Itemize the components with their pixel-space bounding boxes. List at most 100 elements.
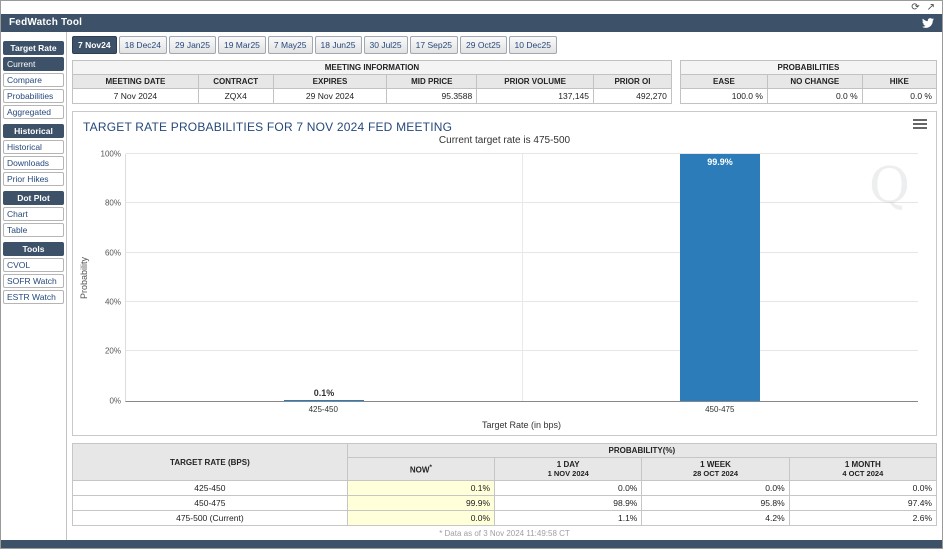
data-asof-note: * Data as of 3 Nov 2024 11:49:58 CT [72, 529, 937, 538]
sidebar-section-historical: Historical [3, 124, 64, 138]
value-expires: 29 Nov 2024 [273, 88, 387, 103]
probabilities-table: PROBABILITIESEASENO CHANGEHIKE100.0 %0.0… [680, 60, 937, 104]
value-cell: 0.0% [642, 481, 789, 496]
tab-30-jul25[interactable]: 30 Jul25 [364, 36, 408, 54]
y-tick-label: 0% [109, 396, 121, 405]
bar-450-475[interactable] [680, 154, 760, 401]
fedwatch-app: ⟳ ↗ FedWatch Tool Target Rate Current Comp… [0, 0, 943, 549]
col-header-now: NOW* [347, 458, 494, 481]
bar-label-450-475: 99.9% [707, 157, 733, 167]
chart-panel: TARGET RATE PROBABILITIES FOR 7 NOV 2024… [72, 111, 937, 436]
rate-cell: 475-500 (Current) [73, 511, 348, 526]
y-tick-label: 80% [105, 199, 121, 208]
value-cell: 98.9% [495, 496, 642, 511]
tab-7-nov24[interactable]: 7 Nov24 [72, 36, 117, 54]
col-header-prior-volume: PRIOR VOLUME [477, 74, 594, 88]
y-tick-label: 100% [101, 149, 121, 158]
tab-29-jan25[interactable]: 29 Jan25 [169, 36, 216, 54]
share-icon[interactable]: ↗ [927, 2, 935, 13]
sidebar-item-estr-watch[interactable]: ESTR Watch [3, 290, 64, 304]
app-header: FedWatch Tool [1, 14, 942, 32]
sidebar-item-compare[interactable]: Compare [3, 73, 64, 87]
sidebar: Target Rate Current Compare Probabilities Ag… [1, 32, 67, 540]
table-row-425-450: 425-4500.1%0.0%0.0%0.0% [73, 481, 937, 496]
chart-title: TARGET RATE PROBABILITIES FOR 7 NOV 2024… [73, 112, 936, 134]
chart-context-menu-icon[interactable] [913, 119, 927, 131]
col-header-prior-oi: PRIOR OI [594, 74, 672, 88]
bar-425-450[interactable] [284, 400, 364, 401]
sidebar-item-downloads[interactable]: Downloads [3, 156, 64, 170]
tab-7-may25[interactable]: 7 May25 [268, 36, 313, 54]
y-tick-label: 40% [105, 298, 121, 307]
tab-18-jun25[interactable]: 18 Jun25 [315, 36, 362, 54]
probability-group-header: PROBABILITY(%) [347, 444, 936, 458]
now-value: 0.1% [347, 481, 494, 496]
main-panel: 7 Nov2418 Dec2429 Jan2519 Mar257 May2518… [67, 32, 942, 540]
top-strip: ⟳ ↗ [1, 1, 942, 14]
chart-body: Probability 0%20%40%60%80%100%0.1%99.9% … [125, 154, 918, 402]
col-header-no-change: NO CHANGE [767, 74, 862, 88]
refresh-icon[interactable]: ⟳ [911, 2, 919, 13]
table-row-475-500-current: 475-500 (Current)0.0%1.1%4.2%2.6% [73, 511, 937, 526]
x-tick-425-450: 425-450 [309, 405, 338, 414]
target-rate-header: TARGET RATE (BPS) [73, 444, 348, 481]
value-prior-oi: 492,270 [594, 88, 672, 103]
sidebar-section-target-rate: Target Rate [3, 41, 64, 55]
twitter-icon[interactable] [922, 17, 934, 29]
col-header-contract: CONTRACT [198, 74, 273, 88]
value-cell: 0.0% [495, 481, 642, 496]
sidebar-item-aggregated[interactable]: Aggregated [3, 105, 64, 119]
probabilities-title: PROBABILITIES [680, 60, 936, 74]
col-header-ease: EASE [680, 74, 767, 88]
value-hike: 0.0 % [862, 88, 936, 103]
sidebar-item-cvol[interactable]: CVOL [3, 258, 64, 272]
y-tick-label: 60% [105, 248, 121, 257]
tab-17-sep25[interactable]: 17 Sep25 [410, 36, 458, 54]
value-mid-price: 95.3588 [387, 88, 477, 103]
value-cell: 2.6% [789, 511, 936, 526]
tab-18-dec24[interactable]: 18 Dec24 [119, 36, 167, 54]
meeting-information-title: MEETING INFORMATION [73, 60, 672, 74]
tabs: 7 Nov2418 Dec2429 Jan2519 Mar257 May2518… [72, 36, 937, 54]
rate-cell: 450-475 [73, 496, 348, 511]
value-cell: 4.2% [642, 511, 789, 526]
sidebar-item-current[interactable]: Current [3, 57, 64, 71]
now-value: 99.9% [347, 496, 494, 511]
x-axis-label: Target Rate (in bps) [125, 420, 918, 430]
col-header-hike: HIKE [862, 74, 936, 88]
info-row: MEETING INFORMATIONMEETING DATECONTRACTE… [72, 60, 937, 104]
value-cell: 1.1% [495, 511, 642, 526]
app-title: FedWatch Tool [9, 17, 82, 28]
value-ease: 100.0 % [680, 88, 767, 103]
col-header-expires: EXPIRES [273, 74, 387, 88]
sidebar-item-sofr-watch[interactable]: SOFR Watch [3, 274, 64, 288]
tab-29-oct25[interactable]: 29 Oct25 [460, 36, 507, 54]
plot-area: 0%20%40%60%80%100%0.1%99.9% [125, 154, 918, 402]
meeting-info-table: MEETING INFORMATIONMEETING DATECONTRACTE… [72, 60, 672, 104]
sidebar-item-prior-hikes[interactable]: Prior Hikes [3, 172, 64, 186]
rate-cell: 425-450 [73, 481, 348, 496]
col-header-1-day: 1 DAY1 NOV 2024 [495, 458, 642, 481]
gridline-vertical [522, 154, 523, 401]
tab-10-dec25[interactable]: 10 Dec25 [509, 36, 557, 54]
sidebar-item-chart[interactable]: Chart [3, 207, 64, 221]
sidebar-item-probabilities[interactable]: Probabilities [3, 89, 64, 103]
sidebar-item-table[interactable]: Table [3, 223, 64, 237]
value-cell: 97.4% [789, 496, 936, 511]
x-tick-450-475: 450-475 [705, 405, 734, 414]
bar-label-425-450: 0.1% [314, 388, 335, 398]
col-header-1-week: 1 WEEK28 OCT 2024 [642, 458, 789, 481]
x-axis-ticks: 425-450 450-475 [125, 405, 918, 417]
y-axis-label: Probability [79, 154, 89, 402]
value-cell: 95.8% [642, 496, 789, 511]
value-prior-volume: 137,145 [477, 88, 594, 103]
value-cell: 0.0% [789, 481, 936, 496]
probability-table: TARGET RATE (BPS)PROBABILITY(%)NOW*1 DAY… [72, 443, 937, 526]
sidebar-item-historical[interactable]: Historical [3, 140, 64, 154]
sidebar-section-tools: Tools [3, 242, 64, 256]
value-no-change: 0.0 % [767, 88, 862, 103]
col-header-1-month: 1 MONTH4 OCT 2024 [789, 458, 936, 481]
table-row-450-475: 450-47599.9%98.9%95.8%97.4% [73, 496, 937, 511]
tab-19-mar25[interactable]: 19 Mar25 [218, 36, 266, 54]
value-meeting-date: 7 Nov 2024 [73, 88, 199, 103]
